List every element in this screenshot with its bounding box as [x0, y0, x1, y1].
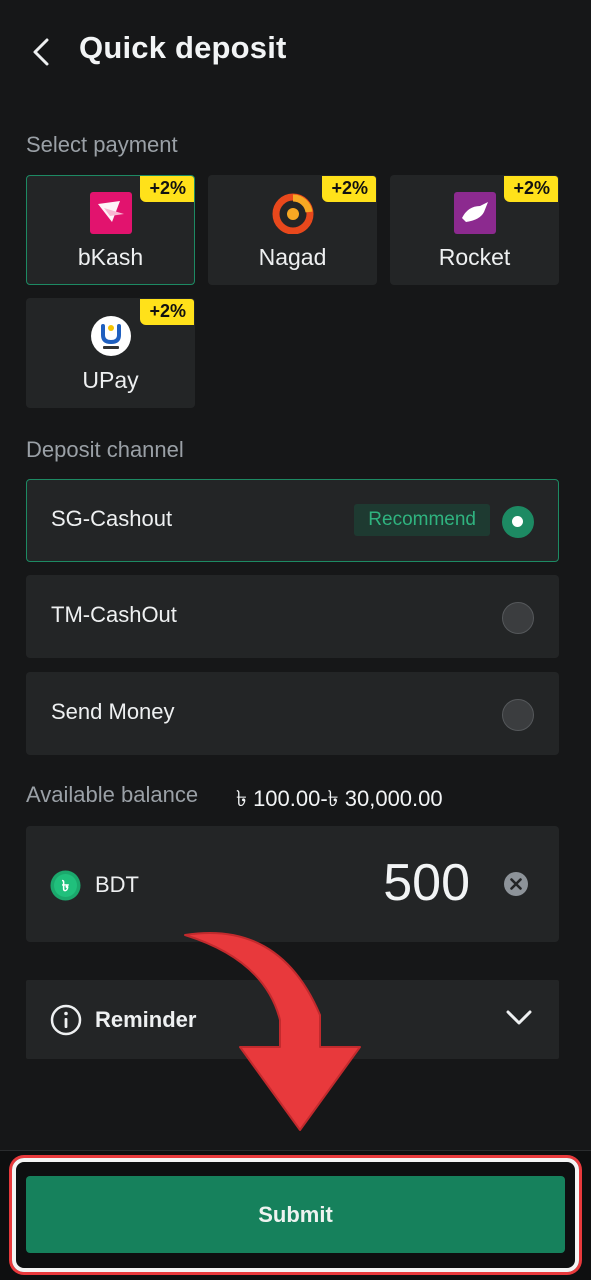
channel-option-sg-cashout[interactable]: SG-Cashout Recommend [26, 479, 559, 562]
payment-option-rocket[interactable]: +2% Rocket [390, 175, 559, 285]
balance-range: ৳ 100.00-৳ 30,000.00 [236, 786, 443, 811]
channel-option-label: Send Money [51, 699, 175, 724]
payment-option-nagad[interactable]: +2% Nagad [208, 175, 377, 285]
currency-label: BDT [95, 872, 139, 897]
upay-logo-icon [91, 316, 131, 356]
bonus-badge: +2% [140, 176, 194, 202]
payment-option-bkash[interactable]: +2% bKash [26, 175, 195, 285]
bkash-logo-icon [90, 192, 132, 234]
reminder-label: Reminder [95, 1007, 197, 1032]
rocket-logo-icon [454, 192, 496, 234]
page-title: Quick deposit [79, 30, 287, 65]
clear-icon[interactable] [503, 871, 529, 897]
bonus-badge: +2% [504, 176, 558, 202]
payment-option-upay[interactable]: +2% UPay [26, 298, 195, 408]
channel-radio[interactable] [502, 506, 534, 538]
taka-currency-icon: ৳ [50, 870, 81, 901]
channel-radio[interactable] [502, 602, 534, 634]
channel-option-label: SG-Cashout [51, 506, 173, 531]
reminder-accordion[interactable]: Reminder [26, 980, 559, 1059]
channel-option-send-money[interactable]: Send Money [26, 672, 559, 755]
recommend-badge: Recommend [354, 504, 490, 536]
amount-field: ৳ BDT [26, 826, 559, 942]
channel-radio[interactable] [502, 699, 534, 731]
payment-option-label: Rocket [438, 244, 511, 270]
bonus-badge: +2% [322, 176, 376, 202]
payment-section-label: Select payment [26, 132, 178, 157]
amount-input[interactable] [206, 848, 470, 918]
bonus-badge: +2% [140, 299, 194, 325]
header: Quick deposit [0, 0, 591, 104]
chevron-down-icon[interactable] [505, 1007, 533, 1027]
channel-section-label: Deposit channel [26, 437, 184, 462]
back-arrow-icon[interactable] [28, 34, 56, 70]
channel-option-label: TM-CashOut [51, 602, 177, 627]
payment-option-label: Nagad [258, 244, 327, 270]
svg-text:৳: ৳ [62, 877, 70, 895]
channel-option-tm-cashout[interactable]: TM-CashOut [26, 575, 559, 658]
info-icon [50, 1004, 82, 1036]
submit-button[interactable]: Submit [26, 1176, 565, 1253]
balance-label: Available balance [26, 782, 199, 807]
nagad-logo-icon [272, 193, 314, 234]
payment-option-label: bKash [77, 244, 144, 270]
payment-option-label: UPay [82, 367, 139, 393]
